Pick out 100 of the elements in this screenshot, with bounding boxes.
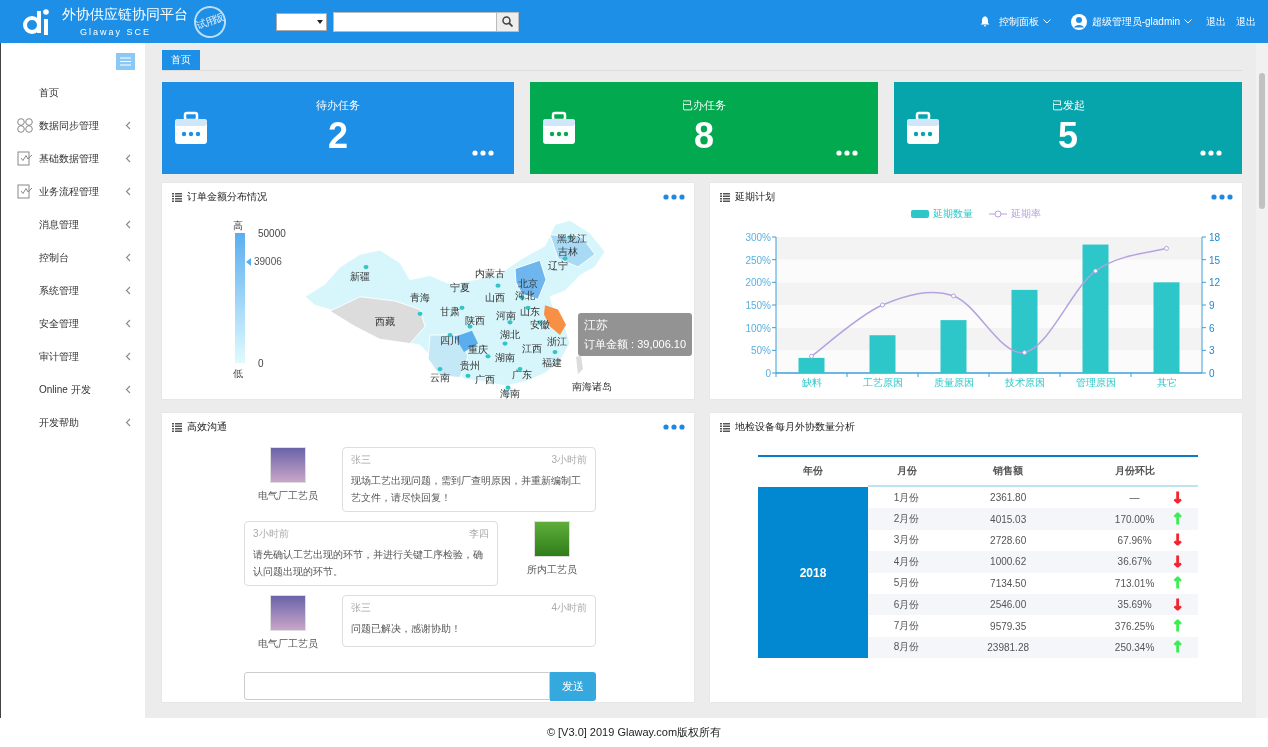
legend-max-label: 50000 <box>258 228 286 239</box>
message-text: 请先确认工艺出现的环节，并进行关键工序检验，确认问题出现的环节。 <box>253 548 484 579</box>
sidebar-item[interactable]: 数据同步管理 <box>1 109 145 142</box>
axis-tick-label: 3 <box>1209 345 1215 357</box>
year-cell: 2018 <box>758 486 868 659</box>
message-time: 3小时前 <box>551 453 587 467</box>
table-cell: 8月份 <box>868 636 946 659</box>
province-label: 福建 <box>542 357 562 369</box>
briefcase-icon <box>906 111 940 145</box>
axis-tick-label: 0 <box>1209 368 1215 379</box>
bell-icon <box>979 16 990 27</box>
menu-toggle-button[interactable] <box>116 53 135 70</box>
axis-tick-label: 质量原因 <box>933 377 974 388</box>
message-text: 现场工艺出现问题，需到厂查明原因，并重新编制工艺文件，请尽快回复！ <box>351 474 582 505</box>
list-icon <box>172 422 182 432</box>
list-icon <box>172 192 182 202</box>
panel-title: 订单金额分布情况 <box>187 190 267 204</box>
panel-title: 延期计划 <box>735 190 775 204</box>
province-label: 辽宁 <box>548 259 568 271</box>
table-cell: 376.25% <box>1114 620 1155 632</box>
province-label: 河北 <box>515 290 535 302</box>
legend-label: 低 <box>233 367 243 381</box>
caret-icon <box>317 19 323 24</box>
sidebar-item[interactable]: 消息管理 <box>1 208 145 241</box>
search-button[interactable] <box>497 11 519 32</box>
bar <box>869 335 896 373</box>
sidebar-item[interactable]: 审计管理 <box>1 340 145 373</box>
author-role: 所内工艺员 <box>527 563 577 577</box>
data-point <box>1164 245 1169 251</box>
axis-tick-label: 200% <box>745 277 771 289</box>
province-label: 广东 <box>512 368 532 380</box>
sidebar-item[interactable]: 首页 <box>1 76 145 109</box>
table-cell: 4月份 <box>868 551 946 573</box>
sender-name: 张三 <box>351 453 371 467</box>
search-icon <box>502 16 513 27</box>
province-label: 海南 <box>500 388 520 399</box>
panel-title: 高效沟通 <box>187 420 227 434</box>
panel-title: 地检设备每月外协数量分析 <box>735 420 855 434</box>
sidebar-item[interactable]: 基础数据管理 <box>1 142 145 175</box>
more-icon <box>663 424 685 430</box>
province-label: 山东 <box>520 305 540 317</box>
sidebar-item[interactable]: 系统管理 <box>1 274 145 307</box>
briefcase-icon <box>542 111 576 145</box>
message-input[interactable] <box>244 672 550 700</box>
axis-tick-label: 150% <box>745 300 771 311</box>
author-role: 电气厂工艺员 <box>258 637 318 651</box>
province-label: 新疆 <box>350 270 370 282</box>
sidebar-item[interactable]: 业务流程管理 <box>1 175 145 208</box>
province-label: 河南 <box>496 309 516 321</box>
axis-tick-label: 其它 <box>1156 377 1177 388</box>
map-tooltip: 江苏 订单金额 : 39,006.10 <box>578 313 693 356</box>
chevron-down-icon <box>1042 19 1051 24</box>
sidebar-item[interactable]: Online 开发 <box>1 373 145 406</box>
checklist-icon <box>17 151 33 166</box>
more-icon <box>663 194 685 200</box>
table-cell: 7134.50 <box>945 572 1072 594</box>
province-label: 黑龙江 <box>557 232 587 244</box>
trend-arrow: ↑ <box>1171 574 1184 593</box>
trend-arrow: ↓ <box>1171 552 1184 571</box>
scrollbar[interactable] <box>1256 43 1268 718</box>
trend-arrow: ↓ <box>1171 595 1184 614</box>
table-cell: 9579.35 <box>945 615 1072 637</box>
table-cell: 250.34% <box>1114 641 1155 653</box>
province-label: 广西 <box>475 374 495 386</box>
table-cell: 3月份 <box>868 529 946 552</box>
table-cell: 2月份 <box>868 508 946 530</box>
legend-pointer[interactable]: 39006 <box>246 256 286 267</box>
legend-min-label: 0 <box>258 358 264 369</box>
table-cell: 713.01% <box>1114 577 1155 589</box>
data-point <box>951 293 956 299</box>
more-icon <box>1211 194 1233 200</box>
sidebar-item[interactable]: 控制台 <box>1 241 145 274</box>
message-time: 4小时前 <box>551 601 587 615</box>
author-role: 电气厂工艺员 <box>258 489 318 503</box>
sidebar-item[interactable]: 安全管理 <box>1 307 145 340</box>
trend-arrow: ↑ <box>1171 617 1184 636</box>
message-time: 3小时前 <box>253 527 289 541</box>
province-label: 安徽 <box>530 319 550 331</box>
axis-tick-label: 工艺原因 <box>862 377 903 388</box>
province-label: 甘肃 <box>440 305 460 317</box>
sidebar-item[interactable]: 开发帮助 <box>1 406 145 439</box>
table-cell: 6月份 <box>868 593 946 616</box>
column-header: 销售额 <box>945 456 1072 486</box>
card-count: 8 <box>694 115 714 157</box>
table-cell: 2546.00 <box>945 593 1072 616</box>
dropdown[interactable] <box>276 12 327 31</box>
avatar-icon <box>1070 13 1087 30</box>
sender-name: 张三 <box>351 601 371 615</box>
list-icon <box>720 192 730 202</box>
province-label: 宁夏 <box>450 281 470 293</box>
legend-label: 高 <box>233 219 243 233</box>
triangle-icon <box>246 257 251 266</box>
more-icon <box>1200 150 1222 156</box>
search-field[interactable] <box>333 11 497 32</box>
trend-arrow: ↓ <box>1171 531 1184 550</box>
table-cell: — <box>1129 492 1140 504</box>
table-cell: 35.69% <box>1117 599 1152 611</box>
province-label: 湖南 <box>495 352 515 364</box>
trend-arrow: ↓ <box>1171 488 1184 507</box>
axis-tick-label: 缺料 <box>801 377 822 388</box>
